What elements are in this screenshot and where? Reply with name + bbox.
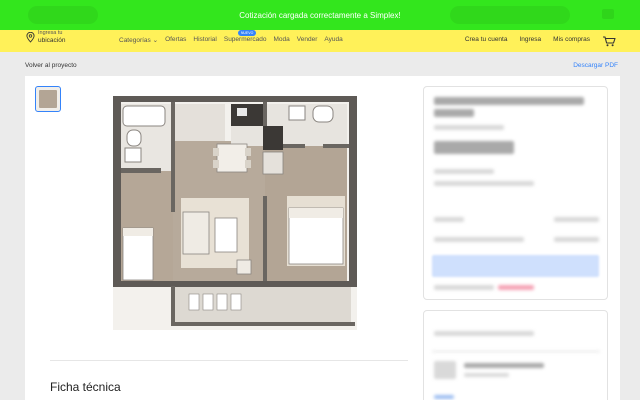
seller-card-redacted: [423, 310, 608, 400]
nav-categorias[interactable]: Categorías ⌄: [119, 36, 158, 44]
toast-logo-shadow: [28, 6, 98, 24]
account-links: Crea tu cuenta Ingresa Mis compras: [453, 36, 616, 47]
download-pdf-link[interactable]: Descargar PDF: [573, 62, 618, 69]
nav-supermercado[interactable]: NUEVO Supermercado: [223, 30, 267, 44]
section-divider: [50, 360, 408, 361]
success-toast: Cotización cargada correctamente a Simpl…: [0, 0, 640, 30]
back-to-project-link[interactable]: Volver al proyecto: [25, 62, 77, 69]
signup-link[interactable]: Crea tu cuenta: [465, 36, 508, 47]
main-navbar: Ingresa tu ubicación Categorías ⌄ Oferta…: [0, 30, 640, 52]
cart-icon[interactable]: [602, 36, 616, 47]
location-hint: Ingresa tu: [38, 30, 63, 36]
location-selector[interactable]: Ingresa tu ubicación: [26, 30, 66, 44]
location-pin-icon: [26, 32, 35, 43]
section-title: Ficha técnica: [50, 380, 121, 394]
nav-supermercado-label: Supermercado: [223, 36, 267, 43]
product-panel: Ficha técnica: [25, 76, 620, 400]
toast-message: Cotización cargada correctamente a Simpl…: [239, 10, 401, 20]
nav-ofertas[interactable]: Ofertas: [165, 36, 186, 44]
nav-vender[interactable]: Vender: [297, 36, 318, 44]
primary-button-redacted: [432, 255, 599, 277]
project-bar: Volver al proyecto Descargar PDF: [0, 57, 640, 75]
new-badge: NUEVO: [237, 30, 257, 36]
price-card-redacted: [423, 86, 608, 300]
floor-plan-image: [113, 96, 357, 330]
login-link[interactable]: Ingresa: [519, 36, 541, 47]
thumbnail-image: [39, 90, 57, 108]
purchases-link[interactable]: Mis compras: [553, 36, 590, 47]
floor-plan-svg: [113, 96, 357, 330]
gallery-thumbnail[interactable]: [35, 86, 61, 112]
nav-historial[interactable]: Historial: [193, 36, 216, 44]
location-label: ubicación: [38, 36, 66, 44]
toast-account-shadow: [450, 6, 570, 24]
nav-links: Categorías ⌄ Ofertas Historial NUEVO Sup…: [119, 30, 350, 44]
toast-cart-shadow: [602, 9, 614, 19]
nav-ayuda[interactable]: Ayuda: [324, 36, 342, 44]
nav-moda[interactable]: Moda: [274, 36, 290, 44]
